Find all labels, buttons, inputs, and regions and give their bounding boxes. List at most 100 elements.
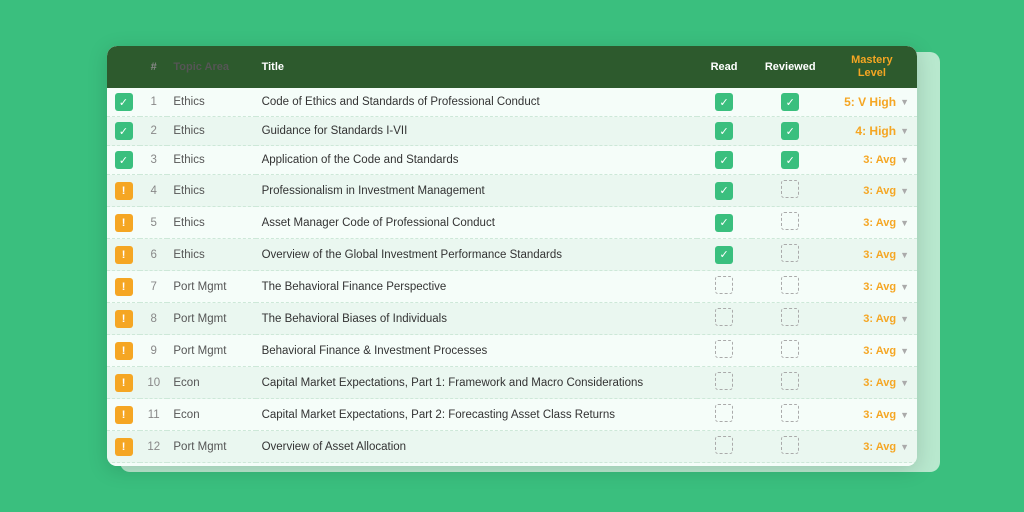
col-mastery-cell[interactable]: 3: Avg ▼ <box>829 399 917 431</box>
reviewed-check-empty[interactable] <box>781 372 799 390</box>
col-num-cell: 4 <box>140 175 167 207</box>
reviewed-check-empty[interactable] <box>781 340 799 358</box>
col-title-cell: Capital Market Expectations, Part 1: Fra… <box>256 367 697 399</box>
reviewed-check-empty[interactable] <box>781 276 799 294</box>
col-area-cell: Ethics <box>167 117 255 146</box>
col-mastery-cell[interactable]: 5: V High ▼ <box>829 88 917 117</box>
table-row: ! 11 Econ Capital Market Expectations, P… <box>107 399 917 431</box>
read-check-green[interactable]: ✓ <box>715 93 733 111</box>
reviewed-check-empty[interactable] <box>781 244 799 262</box>
col-mastery-cell[interactable]: 3: Avg ▼ <box>829 146 917 175</box>
row-warn-icon[interactable]: ! <box>115 342 133 360</box>
col-mastery-cell[interactable]: 3: Avg ▼ <box>829 207 917 239</box>
main-table-container: # Topic Area Title Read Reviewed Mastery… <box>107 46 917 466</box>
reviewed-check-green[interactable]: ✓ <box>781 122 799 140</box>
col-mastery-cell[interactable]: 3: Avg ▼ <box>829 335 917 367</box>
mastery-dropdown-arrow[interactable]: ▼ <box>900 97 909 107</box>
mastery-dropdown-arrow[interactable]: ▼ <box>900 410 909 420</box>
col-reviewed-cell: ✓ <box>752 117 829 146</box>
col-check-cell: ✓ <box>107 117 140 146</box>
header-num: # <box>140 46 167 88</box>
mastery-value: 3: Avg <box>863 154 896 166</box>
row-warn-icon[interactable]: ! <box>115 438 133 456</box>
col-check-cell: ! <box>107 463 140 466</box>
col-reviewed-cell <box>752 335 829 367</box>
col-num-cell: 2 <box>140 117 167 146</box>
col-area-cell: Ethics <box>167 146 255 175</box>
mastery-value: 3: Avg <box>863 217 896 229</box>
row-warn-icon[interactable]: ! <box>115 278 133 296</box>
mastery-dropdown-arrow[interactable]: ▼ <box>900 126 909 136</box>
row-warn-icon[interactable]: ! <box>115 374 133 392</box>
reviewed-check-empty[interactable] <box>781 180 799 198</box>
row-check-green[interactable]: ✓ <box>115 122 133 140</box>
col-read-cell: ✓ <box>697 207 752 239</box>
table-row: ✓ 2 Ethics Guidance for Standards I-VII … <box>107 117 917 146</box>
row-warn-icon[interactable]: ! <box>115 182 133 200</box>
mastery-dropdown-arrow[interactable]: ▼ <box>900 314 909 324</box>
col-mastery-cell[interactable]: 4: High ▼ <box>829 117 917 146</box>
read-check-empty[interactable] <box>715 404 733 422</box>
read-check-green[interactable]: ✓ <box>715 182 733 200</box>
col-num-cell: 12 <box>140 431 167 463</box>
col-reviewed-cell <box>752 239 829 271</box>
read-check-empty[interactable] <box>715 340 733 358</box>
mastery-value: 3: Avg <box>863 377 896 389</box>
reviewed-check-empty[interactable] <box>781 436 799 454</box>
mastery-value: 3: Avg <box>863 441 896 453</box>
read-check-green[interactable]: ✓ <box>715 122 733 140</box>
col-title-cell: Professionalism in Investment Management <box>256 175 697 207</box>
col-num-cell: 7 <box>140 271 167 303</box>
col-mastery-cell[interactable]: 3: Avg ▼ <box>829 367 917 399</box>
mastery-dropdown-arrow[interactable]: ▼ <box>900 250 909 260</box>
mastery-dropdown-arrow[interactable]: ▼ <box>900 218 909 228</box>
col-read-cell: ✓ <box>697 239 752 271</box>
col-area-cell: Ethics <box>167 239 255 271</box>
col-mastery-cell[interactable]: 3: Avg ▼ <box>829 175 917 207</box>
read-check-empty[interactable] <box>715 436 733 454</box>
read-check-green[interactable]: ✓ <box>715 214 733 232</box>
col-mastery-cell[interactable]: 3: Avg ▼ <box>829 303 917 335</box>
row-check-green[interactable]: ✓ <box>115 93 133 111</box>
table-row: ! 12 Port Mgmt Overview of Asset Allocat… <box>107 431 917 463</box>
mastery-dropdown-arrow[interactable]: ▼ <box>900 346 909 356</box>
row-warn-icon[interactable]: ! <box>115 214 133 232</box>
col-reviewed-cell <box>752 367 829 399</box>
col-area-cell: Econ <box>167 399 255 431</box>
mastery-dropdown-arrow[interactable]: ▼ <box>900 155 909 165</box>
read-check-empty[interactable] <box>715 308 733 326</box>
col-mastery-cell[interactable]: 3: Avg ▼ <box>829 463 917 466</box>
col-read-cell <box>697 367 752 399</box>
col-num-cell: 6 <box>140 239 167 271</box>
col-area-cell: Port Mgmt <box>167 335 255 367</box>
mastery-dropdown-arrow[interactable]: ▼ <box>900 378 909 388</box>
mastery-dropdown-arrow[interactable]: ▼ <box>900 282 909 292</box>
col-read-cell <box>697 303 752 335</box>
mastery-dropdown-arrow[interactable]: ▼ <box>900 186 909 196</box>
reviewed-check-empty[interactable] <box>781 212 799 230</box>
row-warn-icon[interactable]: ! <box>115 406 133 424</box>
table-row: ! 5 Ethics Asset Manager Code of Profess… <box>107 207 917 239</box>
mastery-dropdown-arrow[interactable]: ▼ <box>900 442 909 452</box>
reviewed-check-empty[interactable] <box>781 308 799 326</box>
row-warn-icon[interactable]: ! <box>115 310 133 328</box>
reviewed-check-green[interactable]: ✓ <box>781 151 799 169</box>
col-mastery-cell[interactable]: 3: Avg ▼ <box>829 271 917 303</box>
row-warn-icon[interactable]: ! <box>115 246 133 264</box>
read-check-green[interactable]: ✓ <box>715 151 733 169</box>
reviewed-check-green[interactable]: ✓ <box>781 93 799 111</box>
col-title-cell: The Behavioral Finance Perspective <box>256 271 697 303</box>
header-reviewed: Reviewed <box>752 46 829 88</box>
col-mastery-cell[interactable]: 3: Avg ▼ <box>829 239 917 271</box>
col-num-cell: 1 <box>140 88 167 117</box>
col-title-cell: Behavioral Finance & Investment Processe… <box>256 335 697 367</box>
col-read-cell <box>697 399 752 431</box>
reviewed-check-empty[interactable] <box>781 404 799 422</box>
read-check-green[interactable]: ✓ <box>715 246 733 264</box>
row-check-green[interactable]: ✓ <box>115 151 133 169</box>
read-check-empty[interactable] <box>715 372 733 390</box>
col-area-cell: Port Mgmt <box>167 303 255 335</box>
read-check-empty[interactable] <box>715 276 733 294</box>
col-mastery-cell[interactable]: 3: Avg ▼ <box>829 431 917 463</box>
col-area-cell: Port Mgmt <box>167 431 255 463</box>
